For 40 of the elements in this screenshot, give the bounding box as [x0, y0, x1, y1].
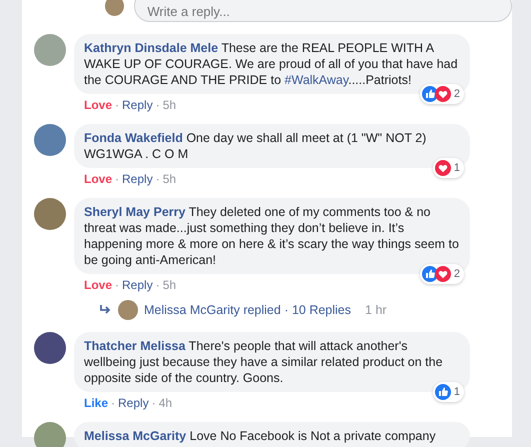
timestamp: 5h	[162, 278, 176, 292]
reaction-count[interactable]: 2	[420, 84, 464, 104]
reaction-count[interactable]: 1	[432, 382, 464, 402]
avatar-icon	[105, 0, 124, 16]
comment-text: Melissa McGarity Love No Facebook is Not a private company	[84, 428, 437, 444]
reply-link[interactable]: Reply	[118, 396, 149, 410]
timestamp: 1 hr	[365, 303, 387, 317]
timestamp: 5h	[162, 98, 176, 112]
separator: ·	[111, 396, 116, 410]
reaction-link[interactable]: Love	[84, 172, 112, 186]
reply-link[interactable]: Reply	[122, 98, 153, 112]
separator: ·	[115, 172, 120, 186]
thumbs-up-icon	[422, 86, 438, 102]
separator: ·	[156, 172, 160, 186]
avatar-icon	[34, 34, 66, 66]
avatar-icon	[34, 332, 66, 364]
separator: ·	[115, 278, 120, 292]
comment-text: Fonda Wakefield One day we shall all meet at (1 "W" NOT 2) WG1WGA . C O M	[84, 130, 428, 162]
avatar-icon	[34, 198, 66, 230]
separator: ·	[115, 98, 120, 112]
reaction-count[interactable]: 2	[420, 264, 464, 284]
thumbs-up-icon	[434, 384, 451, 400]
separator: ·	[156, 98, 160, 112]
timestamp: 4h	[158, 396, 172, 410]
reply-link[interactable]: Reply	[122, 172, 153, 186]
separator: ·	[156, 278, 160, 292]
reply-field[interactable]: Write a reply...	[134, 0, 512, 22]
reaction-link[interactable]: Like	[84, 396, 108, 410]
reply-arrow-icon	[100, 305, 112, 315]
replies-link[interactable]: Melissa McGarity replied · 10 Replies	[144, 303, 352, 317]
avatar-icon	[118, 300, 138, 320]
reaction-link[interactable]: Love	[84, 98, 112, 112]
avatar-icon	[34, 124, 66, 156]
separator: ·	[152, 396, 156, 410]
reaction-count[interactable]: 1	[432, 158, 464, 178]
reply-link[interactable]: Reply	[122, 278, 153, 292]
reaction-link[interactable]: Love	[84, 278, 112, 292]
thumbs-up-icon	[422, 266, 438, 282]
timestamp: 5h	[162, 172, 176, 186]
avatar-icon	[34, 422, 66, 447]
